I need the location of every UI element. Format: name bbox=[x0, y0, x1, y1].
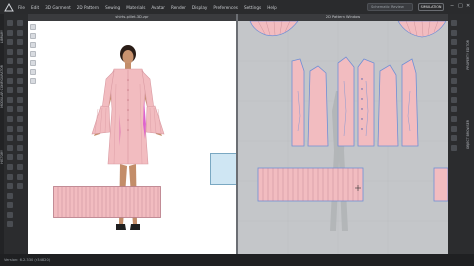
status-bar: Version: 6.2.330 (r34820) bbox=[0, 254, 474, 266]
pattern-piece-side-back-left[interactable] bbox=[307, 65, 329, 147]
tool-icon[interactable] bbox=[6, 125, 13, 132]
menu-avatar[interactable]: Avatar bbox=[151, 5, 165, 10]
menu-render[interactable]: Render bbox=[171, 5, 186, 10]
tool-icon[interactable] bbox=[450, 115, 457, 122]
2d-window-title: 2D Pattern Window bbox=[238, 14, 448, 21]
tool-icon[interactable] bbox=[6, 87, 13, 94]
menu-sewing[interactable]: Sewing bbox=[105, 5, 120, 10]
tool-icon[interactable] bbox=[16, 48, 23, 55]
tool-icon[interactable] bbox=[16, 106, 23, 113]
tool-icon[interactable] bbox=[6, 115, 13, 122]
tool-icon[interactable] bbox=[6, 39, 13, 46]
tool-icon[interactable] bbox=[6, 20, 13, 26]
tool-icon[interactable] bbox=[450, 77, 457, 84]
tool-icon[interactable] bbox=[16, 20, 23, 26]
tool-icon[interactable] bbox=[16, 96, 23, 103]
tool-icon[interactable] bbox=[450, 87, 457, 94]
left-dock bbox=[0, 14, 4, 254]
tool-icon[interactable] bbox=[16, 39, 23, 46]
menu-edit[interactable]: Edit bbox=[31, 5, 39, 10]
tool-icon[interactable] bbox=[6, 221, 13, 228]
tool-icon[interactable] bbox=[16, 163, 23, 170]
tool-icon[interactable] bbox=[6, 173, 13, 180]
maximize-icon[interactable]: □ bbox=[458, 3, 463, 9]
tool-icon[interactable] bbox=[6, 58, 13, 65]
tool-icon[interactable] bbox=[6, 211, 13, 218]
menu-preferences[interactable]: Preferences bbox=[213, 5, 238, 10]
tool-icon[interactable] bbox=[6, 192, 13, 199]
search-input[interactable]: Schematic Review bbox=[367, 3, 413, 11]
tool-icon[interactable] bbox=[450, 96, 457, 103]
2d-pattern-window[interactable]: 2D Pattern Window bbox=[238, 14, 448, 254]
menu-file[interactable]: File bbox=[18, 5, 25, 10]
tool-icon[interactable] bbox=[6, 67, 13, 74]
tool-icon[interactable] bbox=[16, 87, 23, 94]
pattern-piece-back-right[interactable] bbox=[401, 58, 419, 147]
tool-strip-left-b bbox=[15, 14, 24, 254]
tool-icon[interactable] bbox=[16, 29, 23, 36]
tool-icon[interactable] bbox=[450, 58, 457, 65]
pattern-piece-back-left[interactable] bbox=[291, 58, 305, 147]
pattern-piece-front-right[interactable] bbox=[357, 58, 375, 147]
tool-icon[interactable] bbox=[6, 29, 13, 36]
tool-icon[interactable] bbox=[6, 135, 13, 142]
tool-icon[interactable] bbox=[450, 106, 457, 113]
pattern-piece-ruffle-2d[interactable] bbox=[257, 167, 364, 202]
sidebar-tab-object-browser[interactable]: OBJECT BROWSER bbox=[466, 120, 470, 149]
sidebar-tab-library[interactable]: LIBRARY bbox=[0, 30, 4, 43]
tool-icon[interactable] bbox=[16, 173, 23, 180]
pattern-piece-partial[interactable] bbox=[433, 167, 448, 202]
tool-icon[interactable] bbox=[16, 154, 23, 161]
tool-icon[interactable] bbox=[450, 48, 457, 55]
tool-icon[interactable] bbox=[6, 154, 13, 161]
sidebar-tab-property-editor[interactable]: PROPERTY EDITOR bbox=[466, 40, 470, 70]
tool-icon[interactable] bbox=[450, 29, 457, 36]
pattern-canvas[interactable] bbox=[238, 21, 448, 254]
tool-icon[interactable] bbox=[16, 135, 23, 142]
tool-icon[interactable] bbox=[16, 183, 23, 190]
tool-icon[interactable] bbox=[6, 144, 13, 151]
tool-icon[interactable] bbox=[6, 163, 13, 170]
tool-icon[interactable] bbox=[450, 20, 457, 26]
tool-icon[interactable] bbox=[16, 77, 23, 84]
tool-icon[interactable] bbox=[450, 144, 457, 151]
pattern-piece-ruffle-3d[interactable] bbox=[53, 186, 161, 218]
simulation-badge[interactable]: SIMULATION bbox=[418, 3, 444, 11]
menu-2d-pattern[interactable]: 2D Pattern bbox=[77, 5, 99, 10]
tool-icon[interactable] bbox=[6, 183, 13, 190]
tool-icon[interactable] bbox=[16, 115, 23, 122]
tool-strip-left-a bbox=[5, 14, 14, 254]
3d-pattern-piece-box[interactable] bbox=[210, 153, 237, 185]
app-logo-icon[interactable] bbox=[3, 2, 15, 12]
tool-icon[interactable] bbox=[16, 125, 23, 132]
pattern-piece-front-left[interactable] bbox=[337, 56, 355, 147]
tool-icon[interactable] bbox=[450, 125, 457, 132]
tool-icon[interactable] bbox=[6, 77, 13, 84]
tool-icon[interactable] bbox=[16, 67, 23, 74]
tool-icon[interactable] bbox=[450, 135, 457, 142]
tool-icon[interactable] bbox=[450, 39, 457, 46]
menu-materials[interactable]: Materials bbox=[126, 5, 145, 10]
tool-icon[interactable] bbox=[6, 202, 13, 209]
menu-settings[interactable]: Settings bbox=[244, 5, 261, 10]
sidebar-tab-history[interactable]: HISTORY bbox=[0, 150, 4, 164]
tool-icon[interactable] bbox=[6, 106, 13, 113]
menu-help[interactable]: Help bbox=[267, 5, 277, 10]
minimize-icon[interactable]: − bbox=[450, 3, 454, 9]
close-icon[interactable]: ✕ bbox=[466, 3, 470, 9]
avatar[interactable] bbox=[28, 14, 236, 254]
tool-icon[interactable] bbox=[6, 48, 13, 55]
tool-icon[interactable] bbox=[6, 96, 13, 103]
menu-display[interactable]: Display bbox=[192, 5, 207, 10]
pattern-piece-side-front-right[interactable] bbox=[377, 64, 399, 147]
sidebar-tab-modular-configurator[interactable]: MODULAR CONFIGURATOR bbox=[0, 65, 4, 108]
menu-3d-garment[interactable]: 3D Garment bbox=[45, 5, 71, 10]
tool-icon[interactable] bbox=[16, 144, 23, 151]
tool-icon[interactable] bbox=[16, 58, 23, 65]
tool-icon[interactable] bbox=[450, 67, 457, 74]
tool-strip-right bbox=[449, 14, 458, 254]
3d-garment-window[interactable]: shirts-pillet-3D.zpr bbox=[28, 14, 236, 254]
